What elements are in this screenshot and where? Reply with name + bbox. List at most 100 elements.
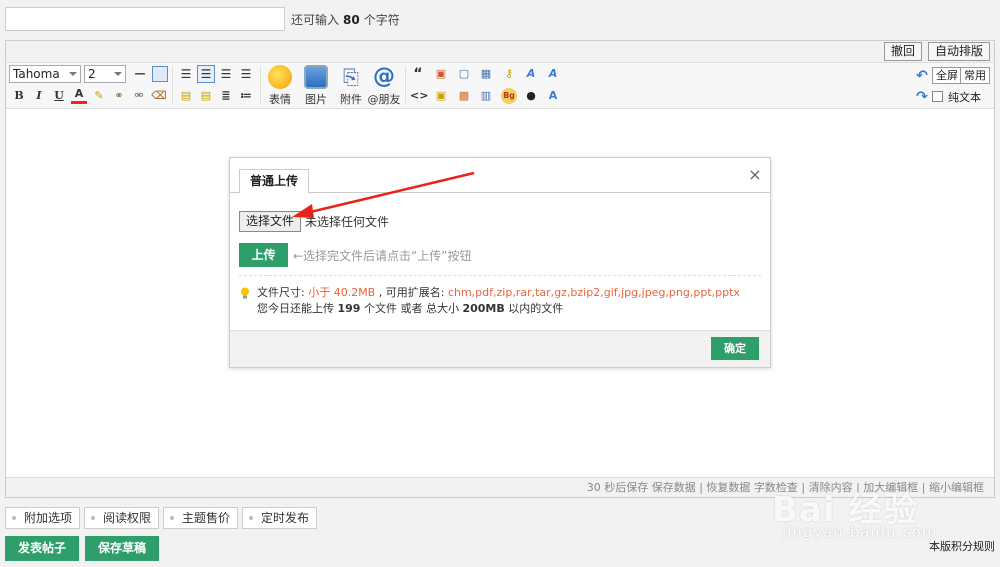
link-icon[interactable]: ⚭ <box>111 88 127 104</box>
font-a-plus-icon[interactable]: A <box>545 66 561 82</box>
font-family-select[interactable]: Tahoma <box>9 65 81 83</box>
font-size-select[interactable]: 2 <box>84 65 126 83</box>
read-permission-label: 阅读权限 <box>103 511 152 525</box>
mention-tool-label: @朋友 <box>367 93 401 106</box>
media-icon[interactable]: ▦ <box>478 66 494 82</box>
attachment-tool[interactable]: ⎘ 附件 <box>333 65 369 107</box>
upload-quota-line: 您今日还能上传 199 个文件 或者 总大小 200MB 以内的文件 <box>240 301 760 317</box>
window-icon[interactable]: ▢ <box>456 66 472 82</box>
upload-limits-line: 文件尺寸: 小于 40.2MB , 可用扩展名: chm,pdf,zip,rar… <box>240 285 760 301</box>
clear-format-icon[interactable]: ⌫ <box>151 88 167 104</box>
upload-info: 文件尺寸: 小于 40.2MB , 可用扩展名: chm,pdf,zip,rar… <box>240 285 760 317</box>
key-icon[interactable]: ⚷ <box>501 66 517 82</box>
remaining-count: 80 <box>343 12 360 27</box>
free-content-icon[interactable]: ▩ <box>456 88 472 104</box>
mention-tool[interactable]: @ @朋友 <box>366 65 402 107</box>
underline-icon[interactable]: U <box>51 88 67 104</box>
plain-text-checkbox[interactable] <box>932 91 943 102</box>
size-prefix: 文件尺寸: <box>257 286 309 299</box>
extra-options-button[interactable]: 附加选项 <box>5 507 81 529</box>
align-justify-icon[interactable]: ☰ <box>197 65 215 83</box>
editor-topbar: 撤回 自动排版 <box>6 41 994 63</box>
font-a-icon[interactable]: A <box>523 66 539 82</box>
size-value: 小于 40.2MB <box>308 286 376 299</box>
remaining-suffix: 个字符 <box>363 12 400 27</box>
undo-arrow-icon[interactable]: ↶ <box>914 68 930 84</box>
bullet-icon <box>170 516 175 520</box>
upload-button[interactable]: 上传 <box>239 243 288 267</box>
toolbar-separator <box>260 67 261 103</box>
smiley-icon <box>268 65 292 89</box>
horizontal-rule-icon[interactable]: — <box>132 66 148 82</box>
align-center-icon[interactable]: ☰ <box>218 66 234 82</box>
dialog-divider <box>239 275 761 276</box>
unordered-list-icon[interactable]: ≔ <box>238 88 254 104</box>
paperclip-icon: ⎘ <box>343 65 359 89</box>
image-icon <box>304 65 328 89</box>
upload-dialog-footer: 确定 <box>230 330 770 367</box>
char-remaining: 还可输入 80 个字符 <box>291 11 400 28</box>
table-icon[interactable] <box>152 66 168 82</box>
image-tool-label: 图片 <box>305 93 327 106</box>
redo-arrow-icon[interactable]: ↷ <box>914 89 930 105</box>
quote-icon[interactable]: “ <box>410 66 426 82</box>
remaining-prefix: 还可输入 <box>291 12 340 27</box>
ext-value: chm,pdf,zip,rar,tar,gz,bzip2,gif,jpg,jpe… <box>447 286 740 299</box>
chevron-down-icon <box>114 72 122 76</box>
scheduled-publish-button[interactable]: 定时发布 <box>242 507 318 529</box>
annotation-arrow-icon <box>292 171 475 218</box>
auto-format-button[interactable]: 自动排版 <box>927 42 990 61</box>
at-icon: @ <box>373 64 395 89</box>
thread-price-button[interactable]: 主题售价 <box>163 507 239 529</box>
quota-mid: 个文件 或者 总大小 <box>360 302 463 315</box>
post-options-row: 附加选项 阅读权限 主题售价 定时发布 <box>5 507 321 529</box>
editor-toolbar: Tahoma 2 — B I U A ✎ ⚭ ⚮ ⌫ ☰ ☰ ☰ ☰ ▤ ▤ ≣… <box>6 63 994 109</box>
baidu-jingyan-watermark: Bai 经验 jingyan.baidu.com <box>760 460 960 550</box>
chevron-down-icon <box>69 72 77 76</box>
editor-mode-tools: ↶ 全屏 常用 ↷ 纯文本 <box>914 66 990 106</box>
close-icon[interactable]: × <box>748 167 762 183</box>
toolbar-separator <box>405 67 406 103</box>
image-tool[interactable]: 图片 <box>298 65 334 107</box>
quota-suffix: 以内的文件 <box>504 302 564 315</box>
bullet-icon <box>91 516 96 520</box>
upload-hint: ←选择完文件后请点击“上传”按钮 <box>293 248 472 263</box>
title-input[interactable] <box>5 7 285 31</box>
align-right-icon[interactable]: ☰ <box>238 66 254 82</box>
lightbulb-icon <box>241 287 249 299</box>
page-icon[interactable]: ▥ <box>478 88 494 104</box>
fullscreen-button[interactable]: 全屏 <box>932 67 962 84</box>
common-button[interactable]: 常用 <box>960 67 990 84</box>
highlight-icon[interactable]: ✎ <box>91 88 107 104</box>
read-permission-button[interactable]: 阅读权限 <box>84 507 160 529</box>
float-right-icon[interactable]: ▤ <box>198 88 214 104</box>
font-color-icon[interactable]: A <box>71 88 87 104</box>
confirm-button[interactable]: 确定 <box>711 337 759 360</box>
unlink-icon[interactable]: ⚮ <box>131 88 147 104</box>
emoji-tool[interactable]: 表情 <box>262 65 298 107</box>
float-left-icon[interactable]: ▤ <box>178 88 194 104</box>
bullet-icon <box>249 516 254 520</box>
publish-button[interactable]: 发表帖子 <box>5 536 80 561</box>
post-actions-row: 发表帖子 保存草稿 <box>5 536 165 561</box>
save-draft-button[interactable]: 保存草稿 <box>85 536 160 561</box>
watermark-site: jingyan.baidu.com <box>782 523 938 541</box>
attachment-tool-label: 附件 <box>340 93 362 106</box>
ext-prefix: , 可用扩展名: <box>375 286 448 299</box>
bg-icon[interactable]: Bg <box>501 88 517 104</box>
plain-text-label: 纯文本 <box>948 91 981 104</box>
quota-count: 199 <box>337 302 361 315</box>
font-size-a-icon[interactable]: A <box>545 88 561 104</box>
ordered-list-icon[interactable]: ≣ <box>218 88 234 104</box>
italic-icon[interactable]: I <box>31 88 47 104</box>
align-left-icon[interactable]: ☰ <box>178 66 194 82</box>
code-icon[interactable]: <> <box>410 88 428 104</box>
quota-size: 200MB <box>462 302 505 315</box>
hide-content-icon[interactable]: ▣ <box>433 88 449 104</box>
title-row: 还可输入 80 个字符 <box>5 6 400 32</box>
bold-icon[interactable]: B <box>11 88 27 104</box>
qq-icon[interactable]: ● <box>523 88 539 104</box>
undo-button[interactable]: 撤回 <box>883 42 922 61</box>
scheduled-publish-label: 定时发布 <box>261 511 310 525</box>
lock-icon[interactable]: ▣ <box>433 66 449 82</box>
